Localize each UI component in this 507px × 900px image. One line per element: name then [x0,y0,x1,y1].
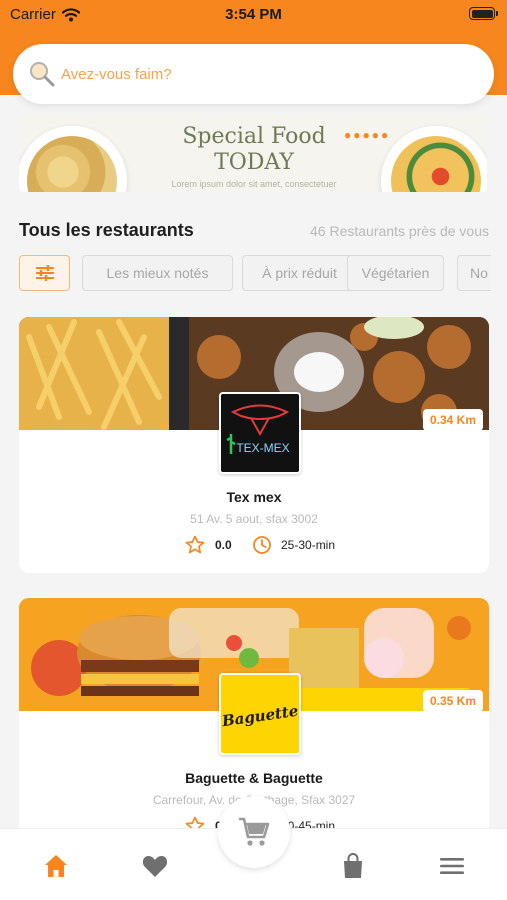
menu-icon[interactable] [437,851,467,881]
logo-text: Baguette [221,702,299,731]
filter-chips: Les mieux notés À prix réduit Végétarien… [19,255,491,293]
restaurant-logo: Baguette [219,673,301,755]
heart-icon[interactable] [140,851,170,881]
banner-plate-right [381,126,487,192]
sliders-icon [35,265,54,281]
search-bar[interactable] [13,44,494,104]
home-icon[interactable] [41,851,71,881]
restaurant-count: 46 Restaurants près de vous [310,223,489,239]
search-input[interactable] [61,65,461,83]
rating-value: 0.0 [215,538,232,552]
restaurant-card[interactable]: 0.34 Km TEX-MEX Tex mex 51 Av. 5 aout, s… [19,317,489,573]
filter-next[interactable]: No [457,255,491,291]
banner-title-line1: Special Food [182,124,326,149]
cart-button[interactable] [218,796,290,868]
banner-title-line2: TODAY [214,150,294,175]
filter-discount[interactable]: À prix réduit [242,255,357,291]
clock-icon [253,536,271,554]
status-time: 3:54 PM [225,6,282,23]
filter-top-rated[interactable]: Les mieux notés [82,255,233,291]
banner-plate-left [19,126,127,192]
distance-badge: 0.35 Km [422,690,483,712]
restaurant-name: Baguette & Baguette [185,770,323,786]
battery-icon [469,7,498,20]
restaurant-logo: TEX-MEX [219,392,301,474]
status-bar: Carrier 3:54 PM [0,0,507,30]
search-icon [27,59,57,89]
promo-banner[interactable]: Special Food TODAY ●●●●● Lorem ipsum dol… [19,114,487,192]
banner-title: Special Food TODAY [149,124,359,176]
section-title: Tous les restaurants [19,220,194,240]
filter-vegetarian[interactable]: Végétarien [347,255,444,291]
bag-icon[interactable] [338,851,368,881]
delivery-time: 25-30-min [281,538,336,552]
restaurant-meta: 0.0 25-30-min [19,535,489,555]
section-header: Tous les restaurants 46 Restaurants près… [19,220,489,244]
logo-text: TEX-MEX [236,441,289,455]
restaurant-name: Tex mex [226,489,282,505]
filter-settings-button[interactable] [19,255,70,291]
cart-icon [239,817,270,846]
restaurant-address: 51 Av. 5 aout, sfax 3002 [190,512,318,526]
banner-dots: ●●●●● [344,128,391,142]
banner-subtitle: Lorem ipsum dolor sit amet, consectetuer [171,179,337,189]
distance-badge: 0.34 Km [422,409,483,431]
star-icon [185,535,205,554]
